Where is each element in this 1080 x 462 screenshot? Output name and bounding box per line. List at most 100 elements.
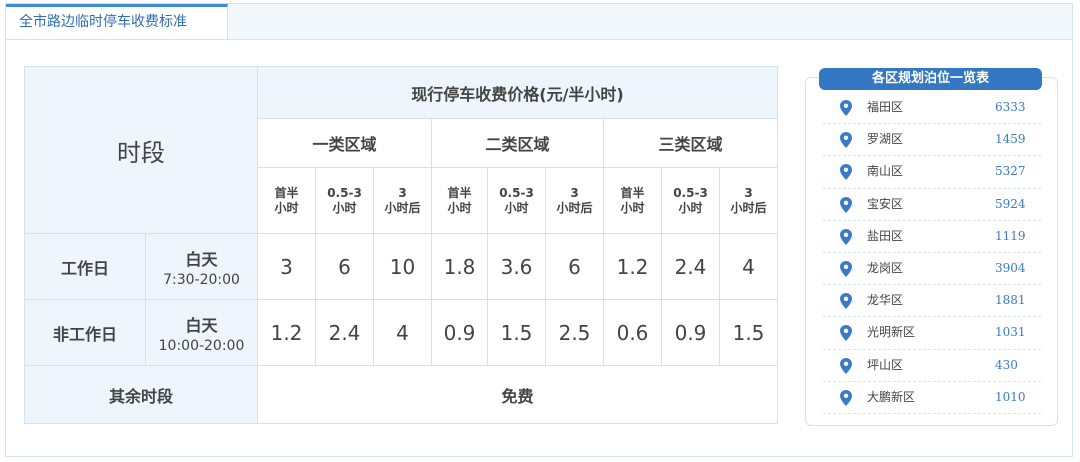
sub-header: 0.5-3 小时	[315, 167, 374, 234]
district-item: 大鹏新区 1010	[823, 382, 1041, 414]
district-item: 龙岗区 3904	[823, 253, 1041, 286]
sub-header-line: 0.5-3	[499, 185, 534, 200]
district-count: 1031	[995, 325, 1026, 340]
district-name: 龙岗区	[867, 260, 904, 275]
sub-header: 3 小时后	[545, 167, 604, 234]
map-pin-icon	[840, 132, 852, 149]
fee-value: 10	[373, 233, 432, 300]
sub-header-line: 小时	[332, 200, 357, 215]
district-count: 5327	[995, 164, 1026, 179]
fee-value: 0.9	[431, 299, 488, 366]
time-range: 7:30-20:00	[163, 271, 240, 288]
fee-value: 1.5	[487, 299, 546, 366]
sub-header-line: 小时	[678, 200, 703, 215]
district-item: 南山区 5327	[823, 156, 1041, 189]
district-panel-title: 各区规划泊位一览表	[819, 68, 1042, 90]
time-cell: 白天 10:00-20:00	[145, 299, 258, 366]
sub-header: 首半 小时	[431, 167, 488, 234]
fee-value: 4	[373, 299, 432, 366]
district-item: 坪山区 430	[823, 350, 1041, 382]
district-count: 1881	[995, 293, 1026, 308]
zone-2-header: 二类区域	[431, 118, 604, 168]
time-label: 白天	[185, 315, 218, 335]
sub-header-line: 小时	[274, 200, 299, 215]
sub-header-line: 小时后	[730, 200, 767, 215]
sub-header-line: 0.5-3	[673, 185, 708, 200]
period-header: 时段	[24, 66, 258, 234]
time-label: 白天	[185, 249, 218, 269]
map-pin-icon	[840, 389, 852, 406]
district-name: 福田区	[867, 100, 904, 114]
sub-header-line: 3	[570, 185, 579, 200]
district-count: 1010	[995, 389, 1026, 404]
district-count: 5924	[995, 196, 1026, 211]
sub-header: 首半 小时	[257, 167, 316, 234]
fee-value: 3.6	[487, 233, 546, 300]
zone-1-header: 一类区域	[257, 118, 432, 168]
weekday-row: 工作日 白天 7:30-20:00 3 6 10 1.8 3.6 6 1.2 2.4 4	[24, 233, 778, 300]
fee-value: 1.2	[603, 233, 662, 300]
map-pin-icon	[840, 357, 852, 374]
district-item: 罗湖区 1459	[823, 124, 1041, 157]
sub-header-line: 3	[744, 185, 753, 200]
sub-header: 3 小时后	[373, 167, 432, 234]
map-pin-icon	[840, 164, 852, 181]
fee-value: 0.9	[661, 299, 720, 366]
non-weekday-row: 非工作日 白天 10:00-20:00 1.2 2.4 4 0.9 1.5 2.5 0.6 0…	[24, 299, 778, 366]
district-item: 宝安区 5924	[823, 189, 1041, 221]
time-cell: 白天 7:30-20:00	[145, 233, 258, 300]
other-period-row: 其余时段 免费	[24, 365, 778, 424]
district-list: 福田区 6333 罗湖区 1459 南山区 5327 宝安区 5924 盐田区 1119 龙岗区 39…	[823, 92, 1041, 414]
fee-value: 2.5	[545, 299, 604, 366]
district-name: 南山区	[867, 164, 904, 179]
map-pin-icon	[840, 228, 852, 245]
sub-header-line: 小时	[620, 200, 645, 215]
zone-3-header: 三类区域	[603, 118, 778, 168]
fee-value: 2.4	[661, 233, 720, 300]
fee-value: 1.2	[257, 299, 316, 366]
row-label: 非工作日	[24, 299, 146, 366]
sub-header-line: 首半	[620, 185, 645, 200]
district-name: 光明新区	[867, 325, 916, 340]
sub-header-line: 0.5-3	[327, 185, 362, 200]
district-count: 1459	[995, 132, 1026, 147]
sub-header: 0.5-3 小时	[661, 167, 720, 234]
sub-header-line: 小时后	[556, 200, 593, 215]
sub-header: 首半 小时	[603, 167, 662, 234]
district-item: 龙华区 1881	[823, 285, 1041, 318]
price-header: 现行停车收费价格(元/半小时)	[257, 66, 778, 119]
map-pin-icon	[840, 325, 852, 342]
sub-header: 3 小时后	[719, 167, 778, 234]
sub-header: 0.5-3 小时	[487, 167, 546, 234]
map-pin-icon	[840, 293, 852, 310]
district-item: 盐田区 1119	[823, 221, 1041, 253]
fee-value: 3	[257, 233, 316, 300]
district-name: 坪山区	[867, 357, 904, 372]
row-label: 工作日	[24, 233, 146, 300]
parking-fee-table: 时段 现行停车收费价格(元/半小时) 一类区域 二类区域 三类区域 首半 小时 0.…	[24, 66, 778, 424]
sub-header-line: 首半	[274, 185, 299, 200]
map-pin-icon	[840, 260, 852, 277]
time-range: 10:00-20:00	[158, 337, 245, 354]
district-count: 430	[995, 357, 1018, 372]
district-name: 盐田区	[867, 228, 904, 243]
district-item: 光明新区 1031	[823, 317, 1041, 350]
fee-value: 1.5	[719, 299, 778, 366]
fee-value: 6	[315, 233, 374, 300]
free-label: 免费	[257, 365, 778, 424]
district-count: 6333	[995, 100, 1026, 114]
district-name: 大鹏新区	[867, 389, 916, 404]
district-name: 宝安区	[867, 196, 904, 211]
fee-value: 2.4	[315, 299, 374, 366]
sub-header-line: 小时	[447, 200, 472, 215]
district-item: 福田区 6333	[823, 92, 1041, 125]
tab-parking-fee-standard[interactable]: 全市路边临时停车收费标准	[6, 4, 228, 39]
fee-value: 6	[545, 233, 604, 300]
sub-header-line: 小时后	[384, 200, 421, 215]
district-name: 罗湖区	[867, 132, 904, 147]
fee-value: 1.8	[431, 233, 488, 300]
map-pin-icon	[840, 196, 852, 213]
fee-value: 0.6	[603, 299, 662, 366]
fee-value: 4	[719, 233, 778, 300]
other-period-label: 其余时段	[24, 365, 258, 424]
